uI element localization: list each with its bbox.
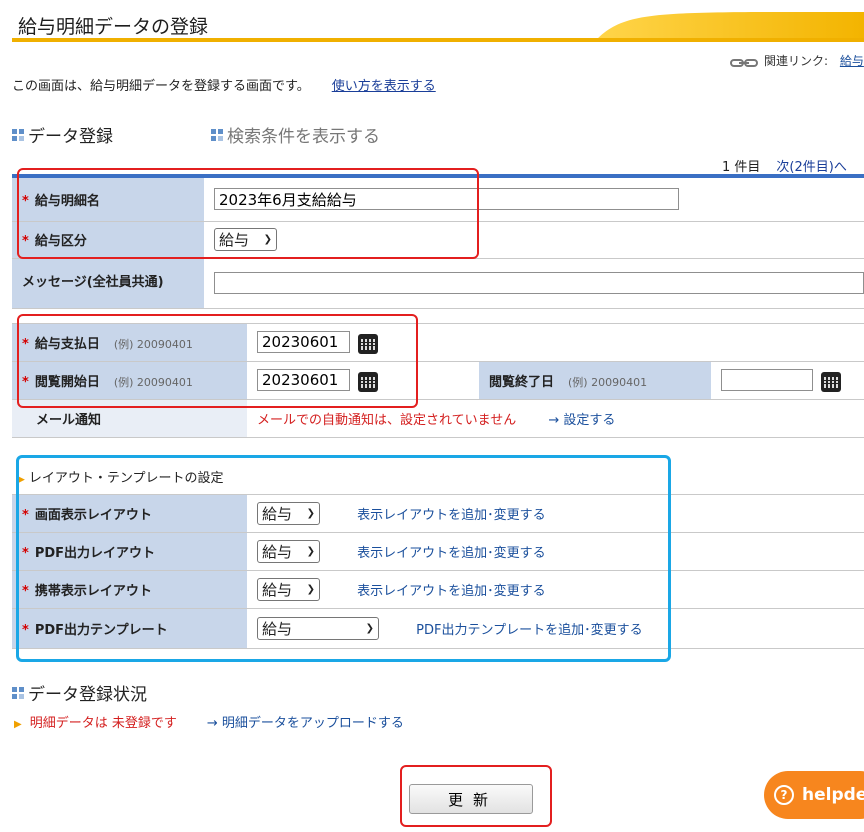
howto-link[interactable]: 使い方を表示する xyxy=(332,79,436,94)
search-toggle-label: 検索条件を表示する xyxy=(227,127,380,147)
message-input[interactable] xyxy=(214,272,864,294)
related-links: 関連リンク: 給与 xyxy=(730,52,864,69)
message-label-cell: メッセージ(全社員共通) xyxy=(12,258,204,309)
section-status: データ登録状況 xyxy=(12,680,147,705)
annotation-box-red xyxy=(400,765,552,827)
calendar-icon[interactable] xyxy=(821,371,841,392)
title-decoration xyxy=(596,11,864,40)
message-label: メッセージ(全社員共通) xyxy=(22,275,164,290)
mail-label: メール通知 xyxy=(36,413,102,428)
status-line: ▶ 明細データは 未登録です → 明細データをアップロードする xyxy=(14,712,404,731)
search-toggle[interactable]: 検索条件を表示する xyxy=(211,122,380,147)
question-icon: ? xyxy=(774,785,794,805)
annotation-box-blue xyxy=(16,455,671,662)
annotation-box-red xyxy=(17,314,418,408)
mail-status: メールでの自動通知は、設定されていません xyxy=(257,413,517,428)
view-end-value-cell xyxy=(711,361,864,400)
message-value-cell xyxy=(204,258,864,309)
section-data-entry-title: データ登録 xyxy=(28,127,113,147)
link-chain-icon xyxy=(730,57,758,67)
mail-setting-link[interactable]: → 設定する xyxy=(548,413,615,428)
helpdesk-button[interactable]: ? helpdes xyxy=(764,771,864,819)
grid-icon xyxy=(12,128,24,141)
related-link[interactable]: 給与 xyxy=(840,54,864,68)
intro-text: この画面は、給与明細データを登録する画面です。 使い方を表示する xyxy=(12,75,436,94)
upload-link[interactable]: → 明細データをアップロードする xyxy=(207,716,404,731)
page-title: 給与明細データの登録 xyxy=(18,16,209,38)
annotation-box-red xyxy=(17,168,479,259)
pager-next-link[interactable]: 次(2件目)へ xyxy=(776,160,846,175)
helpdesk-label: helpdes xyxy=(802,785,864,805)
section-data-entry: データ登録 xyxy=(12,122,113,147)
view-end-label-cell: 閲覧終了日 (例) 20090401 xyxy=(479,361,711,400)
pager: 1 件目 次(2件目)へ xyxy=(722,156,847,175)
view-end-example: (例) 20090401 xyxy=(568,376,648,389)
status-message: 明細データは 未登録です xyxy=(29,716,177,731)
title-bar: 給与明細データの登録 xyxy=(0,0,864,46)
intro-description: この画面は、給与明細データを登録する画面です。 xyxy=(12,79,310,94)
bullet-icon: ▶ xyxy=(14,719,22,730)
grid-icon xyxy=(211,128,223,141)
view-end-label: 閲覧終了日 xyxy=(489,375,555,390)
grid-icon xyxy=(12,686,24,699)
pager-count: 1 件目 xyxy=(722,160,761,175)
view-end-input[interactable] xyxy=(721,369,813,392)
related-label: 関連リンク: xyxy=(764,54,829,68)
section-status-title: データ登録状況 xyxy=(28,685,147,705)
